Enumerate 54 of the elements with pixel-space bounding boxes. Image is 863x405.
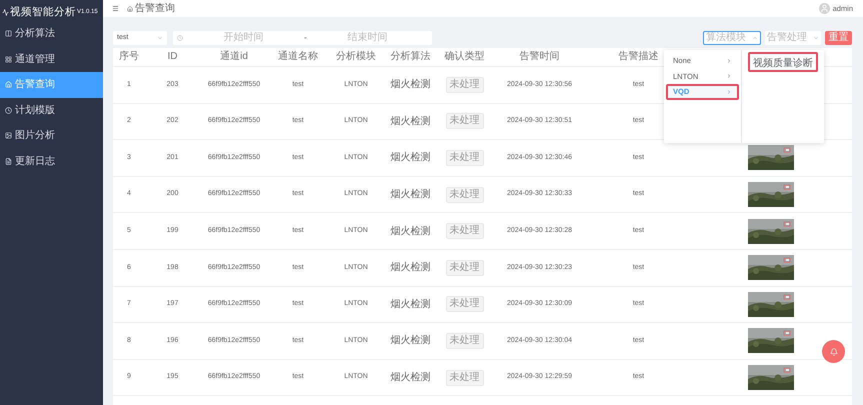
status-tag: 未处理 xyxy=(446,223,484,240)
chevron-right-icon xyxy=(726,58,732,64)
column-header: 告警时间 xyxy=(520,52,560,62)
table-cell-text: 烟火检测 xyxy=(390,78,430,92)
app-title: 视频智能分析 xyxy=(10,6,76,18)
clock-icon xyxy=(177,35,183,41)
breadcrumb[interactable]: 告警查询 xyxy=(135,1,175,16)
status-tag: 未处理 xyxy=(446,76,484,93)
table-cell-text: 烟火检测 xyxy=(390,150,430,166)
column-header: 确认类型 xyxy=(444,52,484,62)
sidebar-item[interactable]: 更新日志 xyxy=(0,148,103,174)
table-cell-text: 烟火检测 xyxy=(390,260,430,276)
menu-item-icon xyxy=(5,158,12,165)
chevron-right-icon xyxy=(726,88,732,95)
chevron-down-icon xyxy=(813,35,819,41)
column-header: 通道名称 xyxy=(278,52,318,62)
table-cell-text: 烟火检测 xyxy=(390,334,430,348)
sidebar-item[interactable]: 计划模版 xyxy=(0,98,103,123)
column-header: 分析模块 xyxy=(336,52,376,62)
table-cell-text: 烟火检测 xyxy=(390,188,430,202)
column-header: 通道id xyxy=(220,52,248,62)
column-header: 告警描述 xyxy=(618,52,658,62)
column-header: 分析算法 xyxy=(390,52,430,62)
bell-icon xyxy=(830,348,838,356)
sidebar-item[interactable]: 分析算法 xyxy=(0,21,103,46)
menu-item-icon xyxy=(5,106,12,114)
logo-icon xyxy=(2,8,9,16)
table-cell-text: 烟火检测 xyxy=(390,370,430,386)
menu-item-icon xyxy=(5,30,12,38)
chevron-right-icon xyxy=(726,73,732,80)
status-tag: 未处理 xyxy=(446,370,484,386)
menu-icon[interactable] xyxy=(112,5,119,12)
avatar-icon[interactable] xyxy=(818,3,830,14)
date-range-field[interactable]: 开始时间 - 结束时间 xyxy=(173,31,432,45)
status-tag: 未处理 xyxy=(446,332,484,349)
home-icon xyxy=(127,6,133,12)
menu-item-icon xyxy=(5,81,12,88)
sidebar-item[interactable]: 通道管理 xyxy=(0,46,103,72)
status-tag: 未处理 xyxy=(446,260,484,276)
status-tag: 未处理 xyxy=(446,113,484,130)
table-cell-text: 烟火检测 xyxy=(390,298,430,312)
column-header: ID xyxy=(168,52,178,62)
status-tag: 未处理 xyxy=(446,186,484,203)
chevron-up-icon xyxy=(752,35,758,41)
sidebar-item[interactable]: 图片分析 xyxy=(0,123,103,148)
menu-item-icon xyxy=(5,132,12,140)
chevron-down-icon xyxy=(157,35,163,41)
cascader-option[interactable]: 视频质量诊断 xyxy=(748,52,818,72)
status-tag: 未处理 xyxy=(446,150,484,166)
menu-item-icon xyxy=(5,56,12,63)
table-cell-text: 烟火检测 xyxy=(390,114,430,129)
column-header: 序号 xyxy=(119,52,139,62)
table-cell-text: 烟火检测 xyxy=(390,224,430,239)
status-tag: 未处理 xyxy=(446,296,484,312)
